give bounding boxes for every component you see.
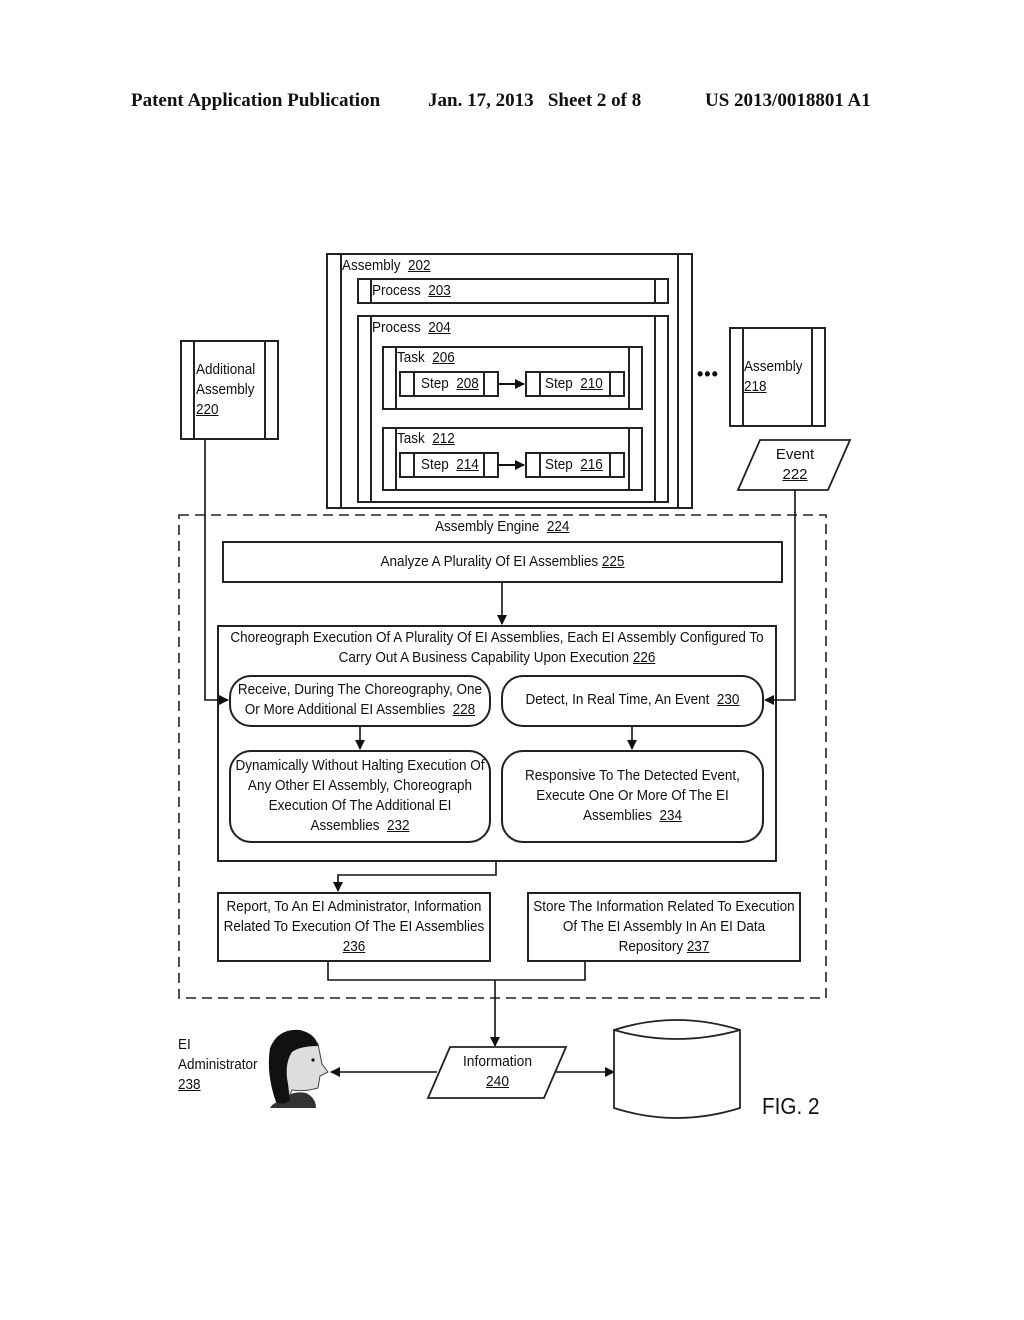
step-208-label: Step 208 <box>421 375 479 392</box>
assembly-218-label: Assembly 218 <box>744 358 803 395</box>
ei-data-repository-242-label: EI Data Repository 242 <box>644 1046 711 1103</box>
responsive-234-label: Responsive To The Detected Event, Execute… <box>525 767 740 824</box>
publication-date-sheet: Jan. 17, 2013 Sheet 2 of 8 <box>428 90 642 111</box>
more-assemblies-ellipsis: ••• <box>697 364 719 384</box>
dynamic-232-label: Dynamically Without Halting Execution Of… <box>235 757 485 834</box>
assembly-engine-224-label: Assembly Engine 224 <box>435 518 570 535</box>
ei-administrator-238-label: EI Administrator 238 <box>178 1036 258 1093</box>
arrow-226-to-236 <box>333 862 497 892</box>
publication-number: US 2013/0018801 A1 <box>705 90 871 111</box>
report-236-label: Report, To An EI Administrator, Informat… <box>223 898 485 955</box>
assembly-202-label: Assembly 202 <box>342 257 431 274</box>
store-237-label: Store The Information Related To Executi… <box>533 898 795 955</box>
information-240-label: Information 240 <box>462 1053 533 1090</box>
figure-label: FIG. 2 <box>762 1093 820 1119</box>
task-212-label: Task 212 <box>397 430 455 447</box>
step-210-label: Step 210 <box>545 375 603 392</box>
process-203-label: Process 203 <box>372 282 451 299</box>
choreograph-226-label: Choreograph Execution Of A Plurality Of … <box>230 629 764 666</box>
publication-title: Patent Application Publication <box>131 90 381 111</box>
process-204-label: Process 204 <box>372 319 451 336</box>
additional-assembly-220-label: Additional Assembly 220 <box>196 361 256 418</box>
task-206-label: Task 206 <box>397 349 455 366</box>
person-icon <box>268 1029 329 1108</box>
analyze-225-label: Analyze A Plurality Of EI Assemblies 225 <box>380 553 625 570</box>
detect-230-label: Detect, In Real Time, An Event 230 <box>525 691 740 708</box>
event-222-label: Event 222 <box>775 446 815 483</box>
step-214-label: Step 214 <box>421 456 479 473</box>
connector-236-237-merge <box>327 962 586 981</box>
receive-228-label: Receive, During The Choreography, One Or … <box>237 681 483 718</box>
step-216-label: Step 216 <box>545 456 603 473</box>
